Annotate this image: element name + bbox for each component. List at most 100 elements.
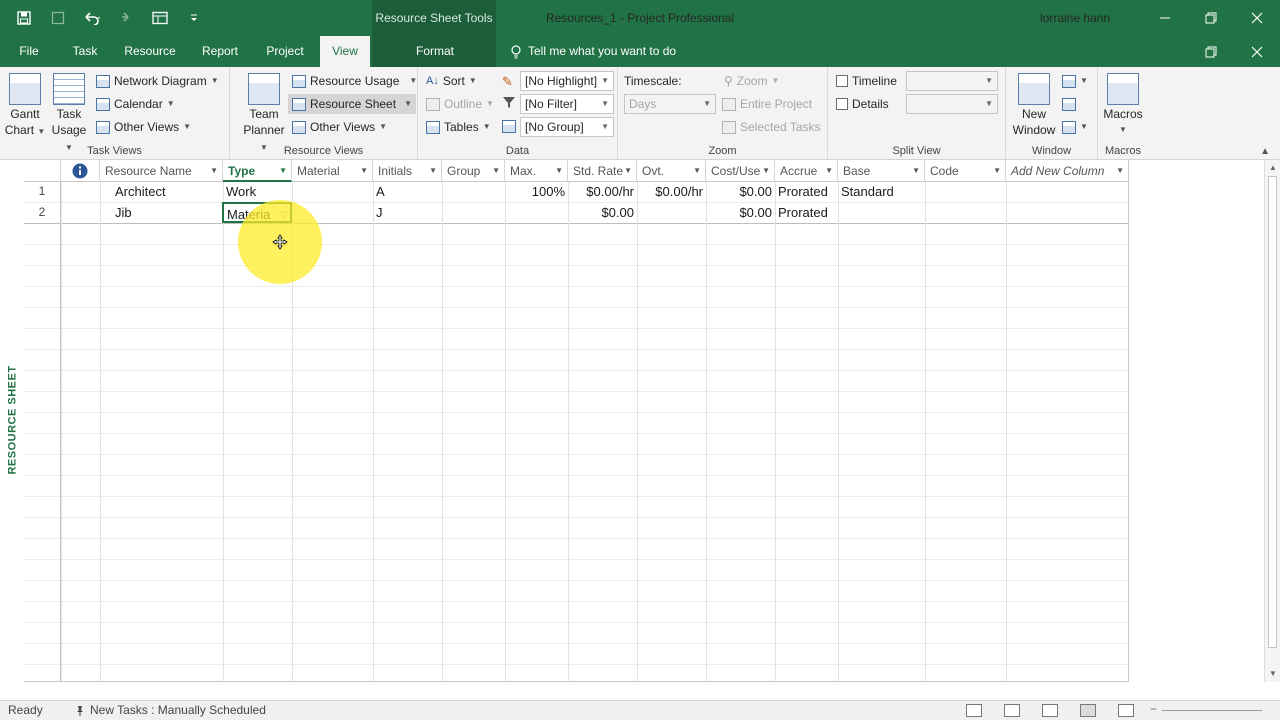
new-window-button[interactable]: New Window: [1010, 73, 1058, 138]
new-icon[interactable]: [48, 8, 68, 28]
cell-accrue[interactable]: Prorated: [775, 181, 838, 202]
save-icon[interactable]: [14, 8, 34, 28]
new-tasks-mode[interactable]: New Tasks : Manually Scheduled: [74, 701, 266, 720]
col-header-accrue[interactable]: Accrue ▼: [775, 160, 838, 182]
tab-report[interactable]: Report: [194, 36, 246, 67]
cell-type[interactable]: Work: [223, 181, 292, 202]
user-name[interactable]: lorraine hann: [1040, 0, 1110, 36]
task-other-views-button[interactable]: Other Views ▼: [96, 117, 191, 137]
undo-icon[interactable]: [82, 8, 102, 28]
col-header-add-new-column[interactable]: Add New Column ▼: [1006, 160, 1128, 182]
collapse-ribbon-icon[interactable]: ▲: [1260, 146, 1270, 157]
col-header-ovt[interactable]: Ovt. ▼: [637, 160, 706, 182]
col-header-resource-name[interactable]: Resource Name ▼: [100, 160, 223, 182]
cell-accrue[interactable]: Prorated: [775, 202, 838, 223]
details-check-box[interactable]: [836, 98, 848, 110]
cell-max[interactable]: 100%: [505, 181, 568, 202]
resource-sheet-grid[interactable]: Resource Name ▼ Type ▼ Material ▼ Initials ▼…: [24, 160, 1129, 682]
col-header-std-rate[interactable]: Std. Rate ▼: [568, 160, 637, 182]
restore-icon[interactable]: [1188, 0, 1234, 36]
group-data: A↓ Sort ▼ Outline ▼ Tables ▼ ✎ [No Highl…: [418, 67, 618, 160]
timeline-check-box[interactable]: [836, 75, 848, 87]
task-usage-button[interactable]: Task Usage ▼: [48, 73, 90, 156]
customize-qat-icon[interactable]: [184, 8, 204, 28]
timescale-select[interactable]: Days ▼: [624, 94, 716, 114]
indicators-header[interactable]: [61, 160, 100, 182]
tab-resource[interactable]: Resource: [118, 36, 182, 67]
cell-ovt[interactable]: $0.00/hr: [637, 181, 706, 202]
col-header-group[interactable]: Group ▼: [442, 160, 505, 182]
col-header-code[interactable]: Code ▼: [925, 160, 1006, 182]
window-title: Resources_1 - Project Professional: [545, 11, 735, 25]
view-switch-icon[interactable]: [150, 8, 170, 28]
cell-std-rate[interactable]: $0.00: [568, 202, 637, 223]
team-planner-button[interactable]: Team Planner ▼: [240, 73, 288, 156]
cell-std-rate[interactable]: $0.00/hr: [568, 181, 637, 202]
timeline-view-select[interactable]: ▼: [906, 71, 998, 91]
switch-windows-button[interactable]: ▼: [1062, 71, 1088, 91]
close-icon[interactable]: [1234, 0, 1280, 36]
view-team-planner-icon[interactable]: [1042, 704, 1058, 717]
network-diagram-button[interactable]: Network Diagram ▼: [96, 71, 219, 91]
select-all-cell[interactable]: [24, 160, 61, 182]
window-group-label: Window: [1031, 145, 1072, 157]
col-header-base[interactable]: Base ▼: [838, 160, 925, 182]
vertical-scrollbar[interactable]: ▲ ▼: [1264, 160, 1280, 682]
tab-format[interactable]: Format: [404, 36, 466, 67]
col-header-type[interactable]: Type ▼: [223, 160, 292, 182]
sort-button[interactable]: A↓ Sort ▼: [426, 71, 477, 91]
filter-select[interactable]: [No Filter] ▼: [520, 94, 614, 114]
status-bar: Ready New Tasks : Manually Scheduled −: [0, 700, 1280, 720]
resource-usage-button[interactable]: Resource Usage ▼: [292, 71, 417, 91]
row-id[interactable]: 2: [24, 202, 60, 223]
move-cursor-icon: [272, 234, 288, 250]
cell-cost-use[interactable]: $0.00: [706, 181, 775, 202]
tables-button[interactable]: Tables ▼: [426, 117, 491, 137]
details-view-select[interactable]: ▼: [906, 94, 998, 114]
tab-project[interactable]: Project: [258, 36, 312, 67]
scroll-thumb[interactable]: [1268, 176, 1277, 648]
minimize-icon[interactable]: [1142, 0, 1188, 36]
entire-project-button[interactable]: Entire Project: [722, 94, 812, 114]
cell-cost-use[interactable]: $0.00: [706, 202, 775, 223]
group-select[interactable]: [No Group] ▼: [520, 117, 614, 137]
ribbon-restore-icon[interactable]: [1188, 36, 1234, 67]
view-report-icon[interactable]: [1118, 704, 1134, 717]
cell-resource-name[interactable]: Architect: [112, 181, 220, 202]
calendar-button[interactable]: Calendar ▼: [96, 94, 175, 114]
hide-window-button[interactable]: ▼: [1062, 117, 1088, 137]
cell-base[interactable]: Standard: [838, 181, 925, 202]
details-checkbox[interactable]: Details: [836, 94, 889, 114]
gantt-chart-button[interactable]: Gantt Chart ▼: [4, 73, 46, 140]
zoom-button[interactable]: ⚲ Zoom ▼: [724, 71, 779, 91]
col-header-initials[interactable]: Initials ▼: [373, 160, 442, 182]
zoom-slider[interactable]: [1162, 710, 1262, 711]
view-gantt-icon[interactable]: [966, 704, 982, 717]
macros-button[interactable]: Macros ▼: [1100, 73, 1146, 138]
zoom-out-icon[interactable]: −: [1150, 702, 1157, 716]
col-header-cost-use[interactable]: Cost/Use ▼: [706, 160, 775, 182]
col-header-material[interactable]: Material ▼: [292, 160, 373, 182]
tab-task[interactable]: Task: [64, 36, 106, 67]
tell-me-search[interactable]: Tell me what you want to do: [510, 36, 676, 67]
view-task-usage-icon[interactable]: [1004, 704, 1020, 717]
col-header-max[interactable]: Max. ▼: [505, 160, 568, 182]
arrange-all-button[interactable]: [1062, 94, 1076, 114]
view-resource-sheet-icon[interactable]: [1080, 704, 1096, 717]
highlight-select[interactable]: [No Highlight] ▼: [520, 71, 614, 91]
cell-initials[interactable]: J: [373, 202, 442, 223]
scroll-down-icon[interactable]: ▼: [1265, 666, 1280, 682]
outline-button[interactable]: Outline ▼: [426, 94, 494, 114]
tab-view[interactable]: View: [320, 36, 370, 67]
redo-icon[interactable]: [116, 8, 136, 28]
resource-other-views-button[interactable]: Other Views ▼: [292, 117, 387, 137]
timeline-checkbox[interactable]: Timeline: [836, 71, 897, 91]
resource-sheet-button[interactable]: Resource Sheet ▼: [288, 94, 416, 114]
ribbon-close-icon[interactable]: [1234, 36, 1280, 67]
tab-file[interactable]: File: [8, 36, 50, 67]
cell-resource-name[interactable]: Jib: [112, 202, 220, 223]
cell-initials[interactable]: A: [373, 181, 442, 202]
selected-tasks-button[interactable]: Selected Tasks: [722, 117, 821, 137]
row-id[interactable]: 1: [24, 181, 60, 202]
scroll-up-icon[interactable]: ▲: [1265, 160, 1280, 176]
